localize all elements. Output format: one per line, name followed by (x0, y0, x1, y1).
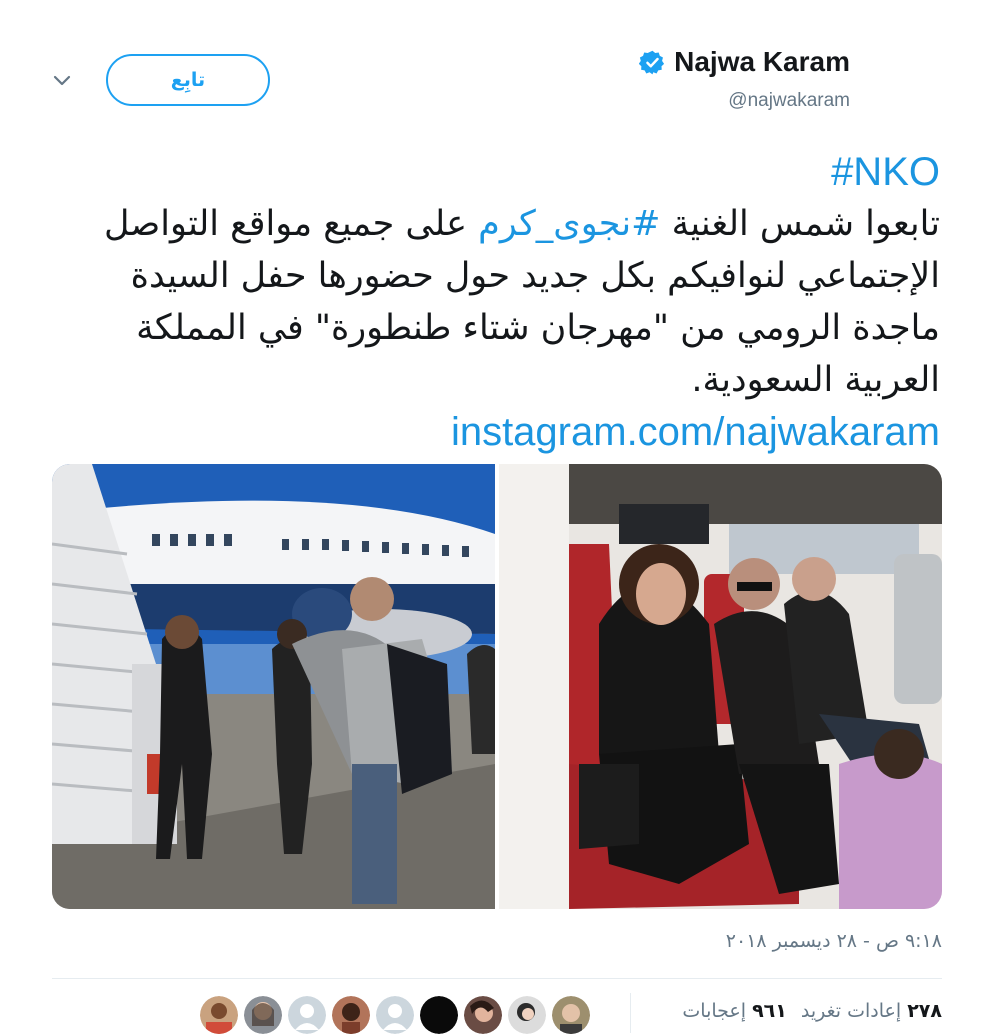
stats-divider (630, 993, 631, 1033)
hashtag-link[interactable]: #نجوى_كرم (478, 204, 660, 244)
chevron-down-icon[interactable] (48, 66, 76, 94)
liker-avatar[interactable] (244, 996, 282, 1034)
retweets-count: ٢٧٨ (907, 1000, 942, 1022)
divider (52, 978, 942, 979)
helicopter-photo (499, 464, 942, 909)
tweet-timestamp[interactable]: ٩:١٨ ص - ٢٨ ديسمبر ٢٠١٨ (726, 930, 942, 952)
tweet-text-part: تابعوا شمس الغنية (660, 204, 940, 244)
liker-avatar[interactable] (288, 996, 326, 1034)
user-handle[interactable]: @najwakaram (728, 90, 850, 112)
verified-badge-icon (639, 50, 665, 74)
airplane-photo (52, 464, 495, 909)
avatar[interactable] (880, 40, 944, 104)
photo-helicopter-cabin[interactable] (499, 464, 942, 909)
photo-airplane-stairs[interactable] (52, 464, 495, 909)
liker-avatar[interactable] (508, 996, 546, 1034)
liker-avatars (200, 996, 590, 1034)
author-name-row[interactable]: Najwa Karam (639, 46, 850, 78)
liker-avatar[interactable] (200, 996, 238, 1034)
liker-avatar[interactable] (552, 996, 590, 1034)
liker-avatar[interactable] (332, 996, 370, 1034)
retweets-stat[interactable]: ٢٧٨ إعادات تغريد (801, 1000, 942, 1022)
follow-button[interactable]: تابِع (106, 54, 270, 106)
display-name: Najwa Karam (674, 46, 850, 77)
liker-avatar[interactable] (376, 996, 414, 1034)
retweets-label: إعادات تغريد (800, 1000, 902, 1022)
tweet-text: #NKO تابعوا شمس الغنية #نجوى_كرم على جمي… (52, 146, 940, 458)
hashtag-link[interactable]: #NKO (52, 146, 940, 198)
likes-count: ٩٦١ (752, 1000, 787, 1022)
likes-stat[interactable]: ٩٦١ إعجابات (682, 1000, 786, 1022)
likes-label: إعجابات (682, 1000, 747, 1022)
liker-avatar[interactable] (420, 996, 458, 1034)
tweet-stats: ٢٧٨ إعادات تغريد ٩٦١ إعجابات (682, 1000, 942, 1022)
liker-avatar[interactable] (464, 996, 502, 1034)
tweet-media (52, 464, 942, 909)
instagram-link[interactable]: instagram.com/najwakaram (52, 406, 940, 458)
